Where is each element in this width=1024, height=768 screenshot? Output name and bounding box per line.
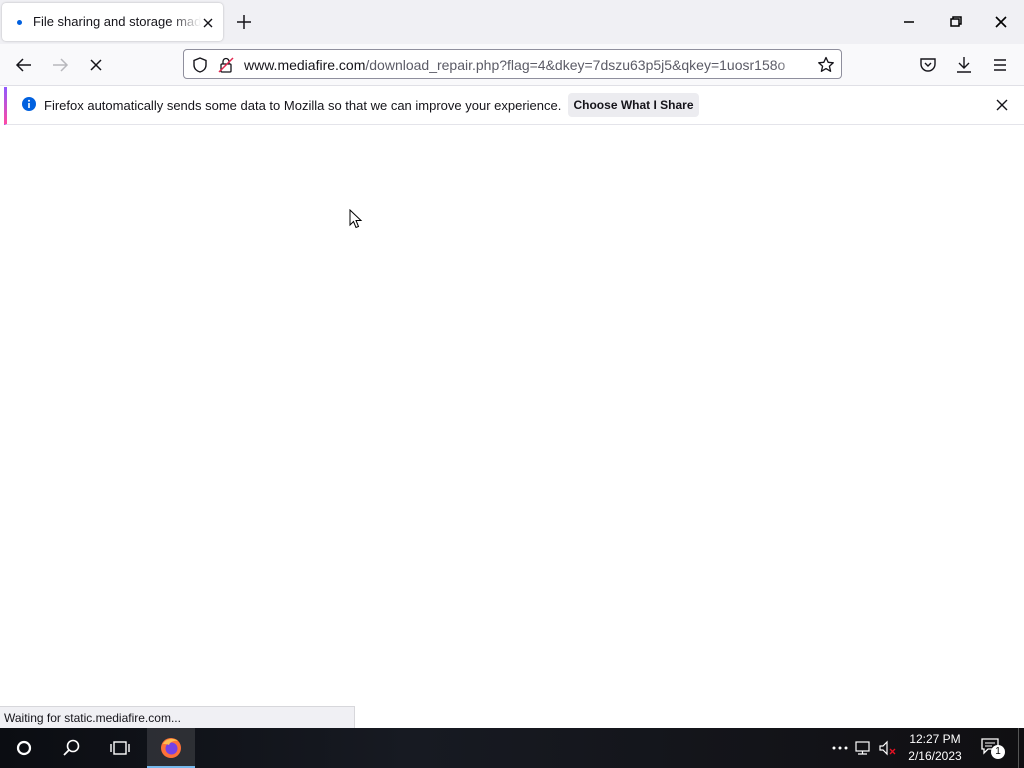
notification-message: Firefox automatically sends some data to… (44, 98, 562, 113)
show-desktop-button[interactable] (1018, 728, 1019, 768)
mouse-cursor-icon (349, 209, 363, 229)
tab-loading-indicator (17, 20, 22, 25)
clock-date: 2/16/2023 (908, 749, 962, 763)
url-path: /download_repair.php?flag=4&dkey=7dszu63… (365, 57, 786, 73)
nav-bar: www.mediafire.com/download_repair.php?fl… (0, 44, 1024, 86)
minimize-icon[interactable] (895, 10, 923, 34)
url-text[interactable]: www.mediafire.com/download_repair.php?fl… (244, 57, 809, 73)
search-icon[interactable] (60, 736, 84, 760)
status-bar: Waiting for static.mediafire.com... (0, 706, 355, 728)
plus-icon[interactable] (232, 10, 256, 34)
tab-active[interactable]: File sharing and storage made simple (2, 3, 223, 41)
forward-icon[interactable] (46, 53, 74, 77)
info-icon (22, 97, 36, 111)
shield-icon[interactable] (191, 56, 209, 74)
tab-strip: File sharing and storage made simple (0, 0, 1024, 44)
star-icon[interactable] (816, 55, 836, 75)
choose-what-i-share-button[interactable]: Choose What I Share (568, 93, 699, 117)
stop-icon[interactable] (82, 53, 110, 77)
volume-muted-icon[interactable] (877, 739, 897, 757)
back-icon[interactable] (10, 53, 38, 77)
lock-icon[interactable] (217, 56, 235, 74)
clock-time: 12:27 PM (909, 732, 961, 746)
url-bar[interactable]: www.mediafire.com/download_repair.php?fl… (183, 49, 842, 79)
taskbar-clock[interactable]: 12:27 PM 2/16/2023 (900, 731, 970, 765)
pocket-icon[interactable] (916, 53, 940, 77)
tab-title: File sharing and storage made simple (33, 14, 201, 29)
notification-count-badge: 1 (991, 745, 1005, 759)
taskbar-firefox-button[interactable] (147, 728, 195, 768)
windows-taskbar: 12:27 PM 2/16/2023 1 (0, 728, 1024, 768)
download-icon[interactable] (952, 53, 976, 77)
more-icon[interactable] (830, 740, 850, 756)
close-icon[interactable] (201, 16, 215, 30)
menu-icon[interactable] (988, 53, 1012, 77)
firefox-icon (161, 738, 181, 758)
network-icon[interactable] (853, 739, 873, 757)
close-icon[interactable] (992, 95, 1012, 115)
task-view-icon[interactable] (108, 736, 132, 760)
page-content[interactable] (0, 126, 1024, 728)
action-center-button[interactable]: 1 (980, 736, 1006, 760)
windows-start-icon[interactable] (12, 736, 36, 760)
restore-icon[interactable] (941, 10, 969, 34)
window-close-icon[interactable] (987, 10, 1015, 34)
telemetry-notification-bar: Firefox automatically sends some data to… (4, 87, 1024, 125)
url-host: www.mediafire.com (244, 57, 366, 73)
